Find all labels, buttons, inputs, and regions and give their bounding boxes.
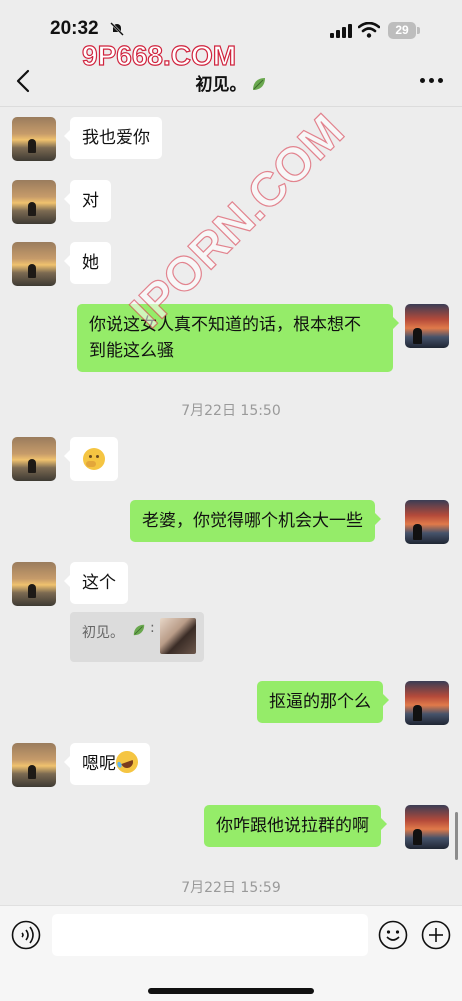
contact-avatar[interactable] xyxy=(12,437,56,481)
status-time: 20:32 xyxy=(50,18,99,39)
my-avatar[interactable] xyxy=(405,304,449,348)
my-avatar[interactable] xyxy=(405,681,449,725)
message-text-line: 到能这么骚 xyxy=(89,341,174,361)
quoted-message[interactable]: 初见。 : xyxy=(70,612,204,662)
cellular-signal-icon xyxy=(330,24,352,38)
message-text-line: 你说这女人真不知道的话，根本想不 xyxy=(89,315,361,335)
quote-colon: : xyxy=(150,620,155,636)
message-bubble-received[interactable]: 嗯呢 xyxy=(64,743,150,785)
message-bubble-sent[interactable]: 老婆，你觉得哪个机会大一些 xyxy=(130,500,381,542)
message-bubble-received[interactable]: 对 xyxy=(64,180,111,222)
battery-level: 29 xyxy=(395,23,409,37)
more-options-icon[interactable] xyxy=(420,78,444,84)
contact-avatar[interactable] xyxy=(12,743,56,787)
scrollbar[interactable] xyxy=(455,812,458,860)
message-bubble-sent[interactable]: 你咋跟他说拉群的啊 xyxy=(204,805,387,847)
message-bubble-received[interactable] xyxy=(64,437,118,481)
emoji-icon[interactable] xyxy=(378,920,408,950)
plus-icon[interactable] xyxy=(421,920,451,950)
message-bubble-received[interactable]: 我也爱你 xyxy=(64,117,162,159)
chat-title: 初见。 xyxy=(195,75,247,95)
home-indicator[interactable] xyxy=(148,988,314,994)
contact-avatar[interactable] xyxy=(12,242,56,286)
battery-icon: 29 xyxy=(388,22,420,39)
message-bubble-sent[interactable]: 你说这女人真不知道的话，根本想不 到能这么骚 xyxy=(77,304,399,372)
wifi-icon xyxy=(358,22,380,38)
chat-timestamp: 7月22日 15:50 xyxy=(181,403,281,419)
contact-avatar[interactable] xyxy=(12,117,56,161)
contact-avatar[interactable] xyxy=(12,562,56,606)
my-avatar[interactable] xyxy=(405,500,449,544)
leaf-icon xyxy=(133,624,145,636)
message-text: 嗯呢 xyxy=(82,754,116,774)
quote-image-thumbnail[interactable] xyxy=(160,618,196,654)
voice-input-icon[interactable] xyxy=(11,920,41,950)
thinking-face-icon xyxy=(83,448,105,470)
watermark-logo: 9P668.COM xyxy=(81,39,237,71)
chat-timestamp: 7月22日 15:59 xyxy=(181,880,281,896)
message-bubble-received[interactable]: 她 xyxy=(64,242,111,284)
my-avatar[interactable] xyxy=(405,805,449,849)
message-bubble-received[interactable]: 这个 xyxy=(64,562,128,604)
quote-sender-name: 初见。 xyxy=(82,625,124,641)
chat-title-wrap: 初见。 xyxy=(0,70,462,95)
input-bar xyxy=(0,905,462,1001)
laughing-tears-face-icon xyxy=(112,747,142,777)
message-input[interactable] xyxy=(52,914,368,956)
leaf-icon xyxy=(252,78,265,90)
contact-avatar[interactable] xyxy=(12,180,56,224)
bell-mute-icon xyxy=(110,22,124,36)
message-bubble-sent[interactable]: 抠逼的那个么 xyxy=(257,681,389,723)
